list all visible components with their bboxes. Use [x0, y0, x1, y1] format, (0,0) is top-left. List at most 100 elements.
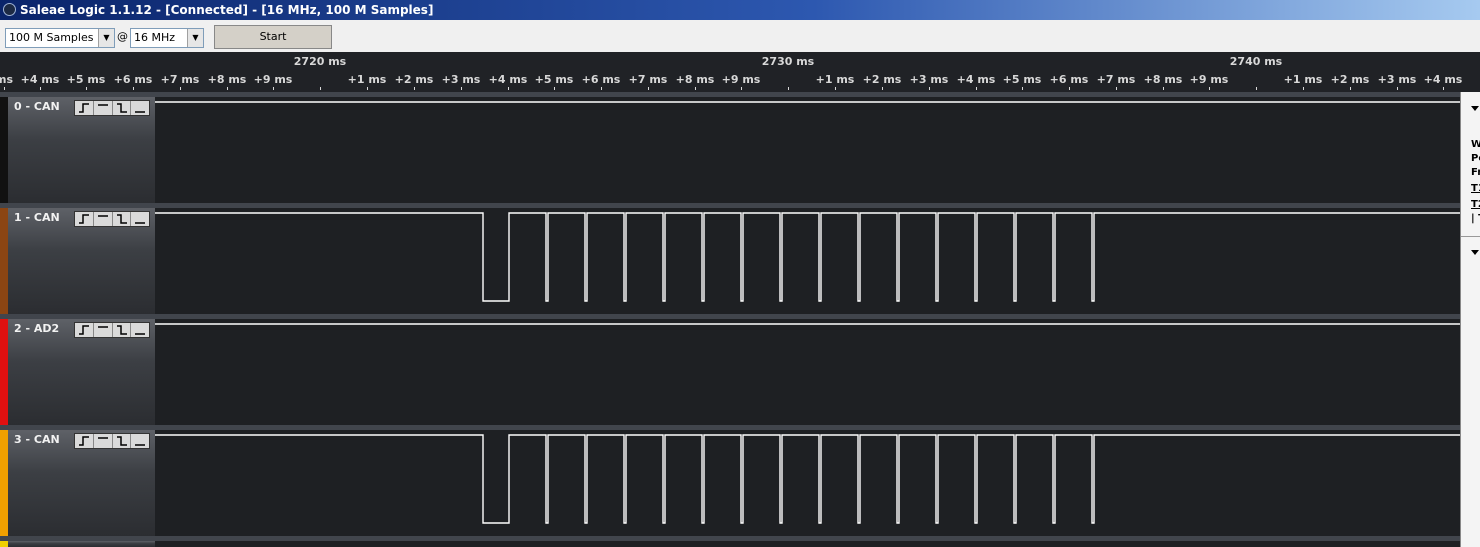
- sample-rate-value: 16 MHz: [134, 31, 176, 44]
- channel-color-bar: [0, 319, 8, 425]
- chevron-down-icon[interactable]: ▼: [98, 29, 114, 47]
- minor-tick-label: +7 ms: [628, 73, 668, 86]
- tick-mark: [320, 87, 321, 90]
- tick-mark: [1069, 87, 1070, 90]
- channel-2-row[interactable]: 2 - AD2: [0, 314, 1460, 425]
- high-level-trigger-button[interactable]: [94, 434, 113, 448]
- channel-4-row-partial[interactable]: [0, 536, 1460, 547]
- minor-tick-label: +9 ms: [721, 73, 761, 86]
- minor-tick-label: +3 ms: [909, 73, 949, 86]
- minor-tick-label: ms: [0, 73, 14, 86]
- tick-mark: [4, 87, 5, 90]
- rising-edge-trigger-button[interactable]: [75, 101, 94, 115]
- tick-mark: [601, 87, 602, 90]
- low-level-trigger-button[interactable]: [131, 323, 149, 337]
- minor-tick-label: +8 ms: [1143, 73, 1183, 86]
- minor-tick-label: +1 ms: [347, 73, 387, 86]
- channel-header[interactable]: [8, 541, 155, 547]
- low-level-trigger-button[interactable]: [131, 212, 149, 226]
- major-tick-label: 2720 ms: [293, 55, 347, 68]
- tick-mark: [976, 87, 977, 90]
- window-title: Saleae Logic 1.1.12 - [Connected] - [16 …: [20, 3, 434, 17]
- samples-value: 100 M Samples: [9, 31, 94, 44]
- divider: [1461, 236, 1480, 237]
- channel-color-bar: [0, 97, 8, 203]
- high-level-trigger-button[interactable]: [94, 101, 113, 115]
- channel-header[interactable]: 0 - CAN: [8, 97, 155, 203]
- side-text: W: [1471, 138, 1480, 152]
- low-level-trigger-button[interactable]: [131, 434, 149, 448]
- tick-mark: [40, 87, 41, 90]
- minor-tick-label: +6 ms: [581, 73, 621, 86]
- at-sign-label: @: [117, 30, 128, 43]
- collapse-arrow-icon[interactable]: [1471, 250, 1479, 255]
- rising-edge-trigger-button[interactable]: [75, 434, 94, 448]
- chevron-down-icon[interactable]: ▼: [187, 29, 203, 47]
- tick-mark: [414, 87, 415, 90]
- tick-mark: [1116, 87, 1117, 90]
- tick-mark: [133, 87, 134, 90]
- waveform-trace: [155, 101, 1460, 103]
- tick-mark: [86, 87, 87, 90]
- tick-mark: [1397, 87, 1398, 90]
- major-tick-label: 2740 ms: [1229, 55, 1283, 68]
- tick-mark: [1303, 87, 1304, 90]
- minor-tick-label: +1 ms: [1283, 73, 1323, 86]
- tick-mark: [1443, 87, 1444, 90]
- trigger-buttons: [74, 433, 150, 449]
- side-link[interactable]: T2: [1471, 198, 1480, 212]
- toolbar: 100 M Samples ▼ @ 16 MHz ▼ Start: [0, 20, 1480, 53]
- channel-header[interactable]: 2 - AD2: [8, 319, 155, 425]
- saleae-logo-icon: [3, 3, 16, 16]
- tick-mark: [461, 87, 462, 90]
- channel-header[interactable]: 1 - CAN: [8, 208, 155, 314]
- samples-dropdown[interactable]: 100 M Samples ▼: [5, 28, 115, 48]
- minor-tick-label: +4 ms: [488, 73, 528, 86]
- channel-3-row[interactable]: 3 - CAN: [0, 425, 1460, 536]
- channel-0-row[interactable]: 0 - CAN: [0, 92, 1460, 203]
- high-level-trigger-button[interactable]: [94, 323, 113, 337]
- low-level-trigger-button[interactable]: [131, 101, 149, 115]
- channel-label: 1 - CAN: [14, 211, 60, 224]
- tick-mark: [648, 87, 649, 90]
- sample-rate-dropdown[interactable]: 16 MHz ▼: [130, 28, 204, 48]
- collapse-arrow-icon[interactable]: [1471, 106, 1479, 111]
- minor-tick-label: +3 ms: [441, 73, 481, 86]
- tick-mark: [227, 87, 228, 90]
- falling-edge-trigger-button[interactable]: [113, 434, 132, 448]
- minor-tick-label: +6 ms: [1049, 73, 1089, 86]
- minor-tick-label: +4 ms: [20, 73, 60, 86]
- minor-tick-label: +9 ms: [253, 73, 293, 86]
- minor-tick-label: +2 ms: [862, 73, 902, 86]
- minor-tick-label: +5 ms: [534, 73, 574, 86]
- channel-header[interactable]: 3 - CAN: [8, 430, 155, 536]
- tick-mark: [788, 87, 789, 90]
- rising-edge-trigger-button[interactable]: [75, 323, 94, 337]
- rising-edge-trigger-button[interactable]: [75, 212, 94, 226]
- channel-1-row[interactable]: 1 - CAN: [0, 203, 1460, 314]
- tick-mark: [367, 87, 368, 90]
- tick-mark: [1163, 87, 1164, 90]
- tick-mark: [882, 87, 883, 90]
- tick-mark: [929, 87, 930, 90]
- side-link[interactable]: T1: [1471, 182, 1480, 196]
- minor-tick-label: +7 ms: [1096, 73, 1136, 86]
- falling-edge-trigger-button[interactable]: [113, 212, 132, 226]
- falling-edge-trigger-button[interactable]: [113, 101, 132, 115]
- tick-mark: [508, 87, 509, 90]
- time-ruler: 2720 ms 2730 ms 2740 ms ms +4 ms +5 ms +6 m…: [0, 52, 1480, 92]
- channel-label: 2 - AD2: [14, 322, 60, 335]
- channel-color-bar: [0, 208, 8, 314]
- start-button[interactable]: Start: [214, 25, 332, 49]
- channel-color-bar: [0, 541, 8, 547]
- tick-mark: [554, 87, 555, 90]
- high-level-trigger-button[interactable]: [94, 212, 113, 226]
- minor-tick-label: +3 ms: [1377, 73, 1417, 86]
- minor-tick-label: +1 ms: [815, 73, 855, 86]
- minor-tick-label: +4 ms: [1423, 73, 1463, 86]
- minor-tick-label: +8 ms: [207, 73, 247, 86]
- tick-mark: [1256, 87, 1257, 90]
- minor-tick-label: +4 ms: [956, 73, 996, 86]
- falling-edge-trigger-button[interactable]: [113, 323, 132, 337]
- side-text: Fr: [1471, 167, 1480, 178]
